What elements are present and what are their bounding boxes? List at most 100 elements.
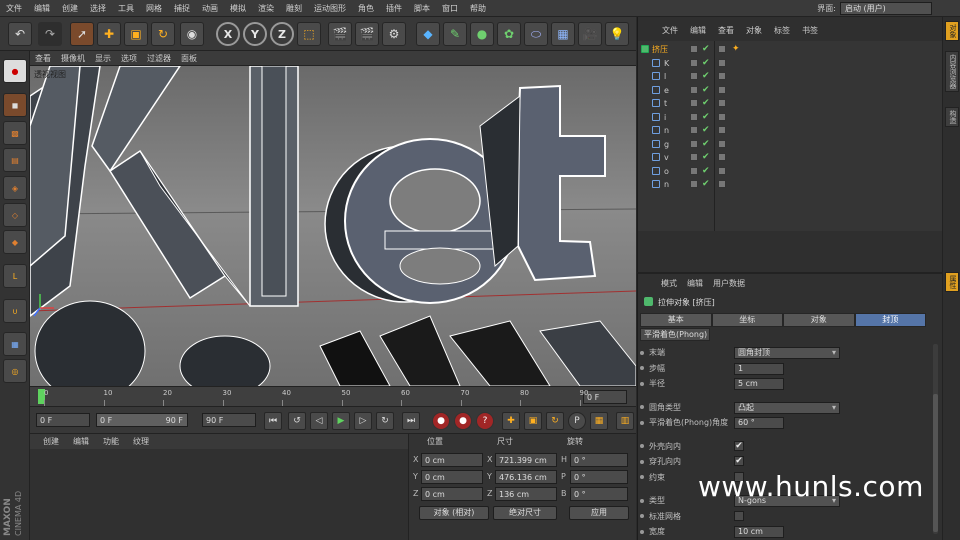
rotation-field[interactable]: 0 ° [570,470,628,484]
editor-box[interactable] [718,166,726,175]
menu-item[interactable]: 渲染 [252,3,280,14]
next-frame-icon[interactable]: ▷ [354,412,372,430]
phong-subtab[interactable]: 平滑着色(Phong) [640,328,710,341]
rotation-key-icon[interactable]: ↻ [546,412,564,430]
viewport-menu-item[interactable]: 选项 [116,53,142,64]
menu-item[interactable]: 工具 [112,3,140,14]
menu-item[interactable]: 编辑 [28,3,56,14]
viewport-menu-item[interactable]: 显示 [90,53,116,64]
attribute-field[interactable]: 1 [734,362,784,375]
floor-icon[interactable]: ▦ [551,22,575,46]
spline-pen-icon[interactable]: ✎ [443,22,467,46]
attribute-menu-item[interactable]: 编辑 [682,278,708,289]
object-menu-item[interactable]: 对象 [740,25,768,36]
menu-item[interactable]: 选择 [84,3,112,14]
nurbs-icon[interactable]: ● [470,22,494,46]
attribute-tab[interactable]: 坐标 [711,313,783,327]
menu-item[interactable]: 运动图形 [308,3,352,14]
menu-item[interactable]: 脚本 [408,3,436,14]
visible-check-icon[interactable]: ✔ [702,43,710,56]
go-to-end-icon[interactable]: ⏭ [402,412,420,430]
attribute-dropdown[interactable]: 圆角封顶 [734,347,840,359]
editor-box[interactable] [718,153,726,161]
attribute-checkbox[interactable] [734,510,744,521]
apply-button[interactable]: 应用 [569,506,629,520]
light-icon[interactable]: 💡 [605,22,629,46]
play-icon[interactable]: ▶ [332,412,350,430]
visible-check-icon[interactable]: ✔ [702,84,710,97]
viewport-menu-item[interactable]: 过滤器 [142,53,176,64]
visible-check-icon[interactable]: ✔ [702,151,710,164]
layer-box[interactable] [690,58,698,67]
object-menu-item[interactable]: 文件 [656,25,684,36]
side-tab[interactable]: 内容浏览器 [945,51,959,92]
attribute-menu-item[interactable]: 用户数据 [708,278,750,289]
layer-box[interactable] [690,126,698,134]
edges-mode-icon[interactable]: ◇ [3,203,27,227]
points-mode-icon[interactable]: ◈ [3,176,27,200]
select-tool-icon[interactable]: ➚ [70,22,94,46]
side-tab[interactable]: 构造 [945,107,959,127]
attribute-scrollbar[interactable] [933,394,938,532]
size-field[interactable]: 136 cm [495,487,557,501]
size-mode-select[interactable]: 绝对尺寸 [493,506,557,520]
layout-select[interactable]: 启动 (用户) [840,2,932,15]
material-menu-item[interactable]: 纹理 [126,436,156,447]
menu-item[interactable]: 模拟 [224,3,252,14]
coord-mode-select[interactable]: 对象 (相对) [419,506,489,520]
side-tab-attributes[interactable]: 属性 [945,272,959,292]
phong-tag-icon[interactable]: ✦ [732,43,740,56]
object-menu-item[interactable]: 标签 [768,25,796,36]
position-key-icon[interactable]: ✚ [502,412,520,430]
parameter-key-icon[interactable]: P [568,412,586,430]
viewport[interactable]: 透视视图 [30,66,636,386]
cube-icon[interactable]: ◆ [416,22,440,46]
axis-mode-icon[interactable]: L [3,264,27,288]
material-menu-item[interactable]: 编辑 [66,436,96,447]
locked-workplane-icon[interactable]: ◎ [3,359,27,383]
render-view-icon[interactable]: 🎬 [328,22,352,46]
render-picture-icon[interactable]: 🎬 [355,22,379,46]
object-row-spline[interactable]: i ✔ [638,111,943,124]
layer-box[interactable] [690,45,698,53]
position-field[interactable]: 0 cm [421,470,483,484]
layer-box[interactable] [690,72,698,80]
timeline-end-field[interactable]: 0 F [583,390,627,404]
position-field[interactable]: 0 cm [421,453,483,467]
object-row-spline[interactable]: o ✔ [638,165,943,178]
size-field[interactable]: 476.136 cm [495,470,557,484]
visible-check-icon[interactable]: ✔ [702,111,710,124]
attribute-tab[interactable]: 基本 [640,313,712,327]
layer-box[interactable] [690,153,698,161]
object-row-spline[interactable]: l ✔ [638,70,943,83]
visible-check-icon[interactable]: ✔ [702,124,710,137]
pla-key-icon[interactable]: ▦ [590,412,608,430]
attribute-field[interactable]: 5 cm [734,378,784,390]
x-axis-button[interactable]: X [216,22,240,46]
keyframe-selection-icon[interactable]: ? [476,412,494,430]
layer-box[interactable] [690,85,698,94]
polygons-mode-icon[interactable]: ◆ [3,230,27,254]
menu-item[interactable]: 捕捉 [168,3,196,14]
object-row-spline[interactable]: v ✔ [638,151,943,164]
rotation-field[interactable]: 0 ° [570,453,628,467]
timeline[interactable]: 0 F 0 10 20 30 40 50 60 70 80 90 [30,386,636,406]
layer-box[interactable] [690,112,698,121]
rotation-field[interactable]: 0 ° [570,487,628,501]
scale-key-icon[interactable]: ▣ [524,412,542,430]
object-menu-item[interactable]: 书签 [796,25,824,36]
menu-item[interactable]: 插件 [380,3,408,14]
rotate-tool-icon[interactable]: ↻ [151,22,175,46]
attribute-field[interactable]: 10 cm [734,526,784,538]
autokey-icon[interactable]: ● [454,412,472,430]
material-menu-item[interactable]: 功能 [96,436,126,447]
object-row-spline[interactable]: K ✔ [638,57,943,70]
menu-item[interactable]: 雕刻 [280,3,308,14]
current-frame-field[interactable]: 0 F [36,413,90,427]
menu-item[interactable]: 窗口 [436,3,464,14]
layer-box[interactable] [690,139,698,148]
object-row-spline[interactable]: g ✔ [638,138,943,151]
visible-check-icon[interactable]: ✔ [702,165,710,178]
render-settings-icon[interactable]: ⚙ [382,22,406,46]
editor-box[interactable] [718,139,726,148]
